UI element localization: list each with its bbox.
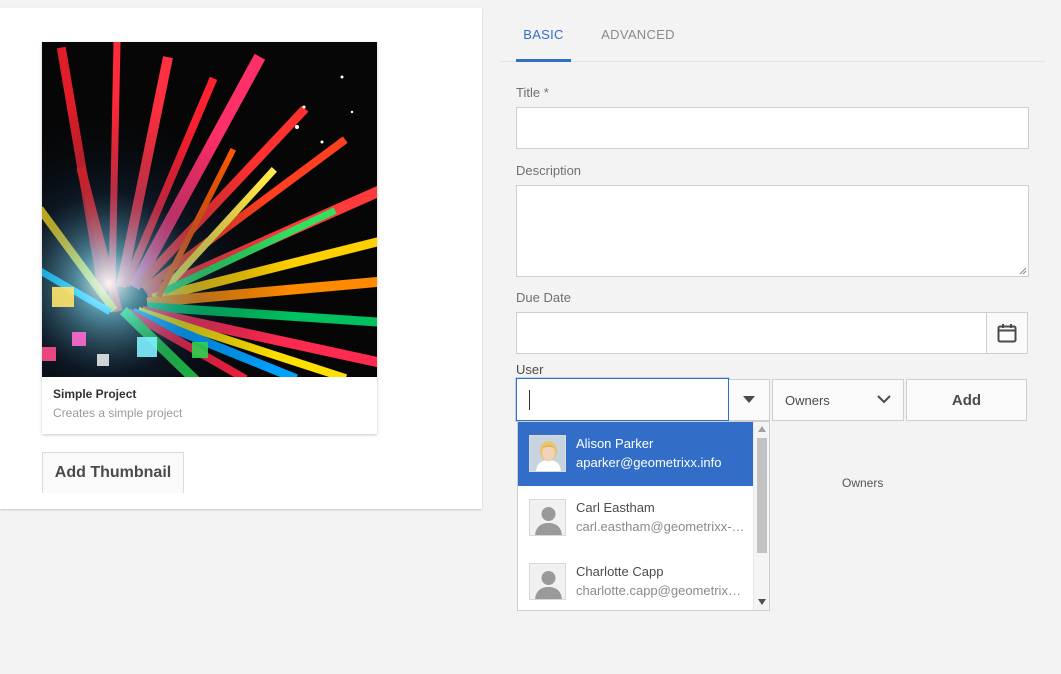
description-label: Description: [516, 163, 582, 178]
template-description: Creates a simple project: [53, 406, 183, 420]
person-silhouette-icon: [530, 500, 565, 535]
suggestion-item[interactable]: Alison Parker aparker@geometrixx.info: [518, 422, 753, 486]
tab-basic[interactable]: BASIC: [516, 15, 571, 62]
user-suggestion-list[interactable]: Alison Parker aparker@geometrixx.info Ca…: [517, 421, 770, 611]
avatar: [529, 435, 566, 472]
suggestion-name: Carl Eastham: [576, 500, 655, 515]
suggestion-email: charlotte.capp@geometrixx-media.com: [576, 583, 746, 598]
suggestion-email: carl.eastham@geometrixx-media.com: [576, 519, 746, 534]
due-date-label: Due Date: [516, 290, 571, 305]
suggestion-name: Alison Parker: [576, 436, 654, 451]
template-card[interactable]: Simple Project Creates a simple project: [42, 42, 377, 434]
description-textarea[interactable]: [516, 185, 1029, 277]
user-label: User: [516, 362, 544, 377]
title-label: Title *: [516, 85, 549, 100]
template-title: Simple Project: [53, 387, 137, 401]
owners-group-label: Owners: [842, 476, 884, 490]
properties-tabs: BASIC ADVANCED: [500, 15, 1045, 62]
user-dropdown-button[interactable]: [729, 379, 770, 421]
suggestion-item[interactable]: Carl Eastham carl.eastham@geometrixx-med…: [518, 486, 753, 550]
suggestion-name: Charlotte Capp: [576, 564, 664, 579]
scroll-down-icon[interactable]: [758, 599, 766, 605]
text-cursor: [529, 390, 530, 410]
suggestion-email: aparker@geometrixx.info: [576, 455, 722, 470]
person-silhouette-icon: [530, 564, 565, 599]
template-panel: Simple Project Creates a simple project …: [0, 8, 482, 509]
user-photo-image: [530, 436, 565, 471]
scroll-up-icon[interactable]: [758, 426, 766, 432]
role-select[interactable]: Owners: [772, 379, 904, 421]
tab-advanced[interactable]: ADVANCED: [600, 15, 676, 62]
suggestion-scrollbar[interactable]: [753, 422, 769, 610]
resize-grip-icon[interactable]: [1019, 267, 1027, 275]
title-input[interactable]: [516, 107, 1029, 149]
template-thumbnail: [42, 42, 377, 377]
add-user-button[interactable]: Add: [906, 379, 1027, 421]
colorful-light-streaks-image: [42, 42, 377, 377]
caret-down-icon: [743, 396, 755, 403]
due-date-picker-button[interactable]: [986, 312, 1028, 354]
user-search-input[interactable]: [516, 378, 729, 421]
role-select-value: Owners: [785, 393, 830, 408]
avatar: [529, 563, 566, 600]
suggestion-item[interactable]: Charlotte Capp charlotte.capp@geometrixx…: [518, 550, 753, 610]
avatar: [529, 499, 566, 536]
due-date-input[interactable]: [516, 312, 987, 354]
scrollbar-thumb[interactable]: [757, 438, 767, 553]
add-thumbnail-button[interactable]: Add Thumbnail: [42, 452, 184, 493]
calendar-icon: [997, 324, 1017, 343]
chevron-down-icon: [877, 395, 891, 404]
